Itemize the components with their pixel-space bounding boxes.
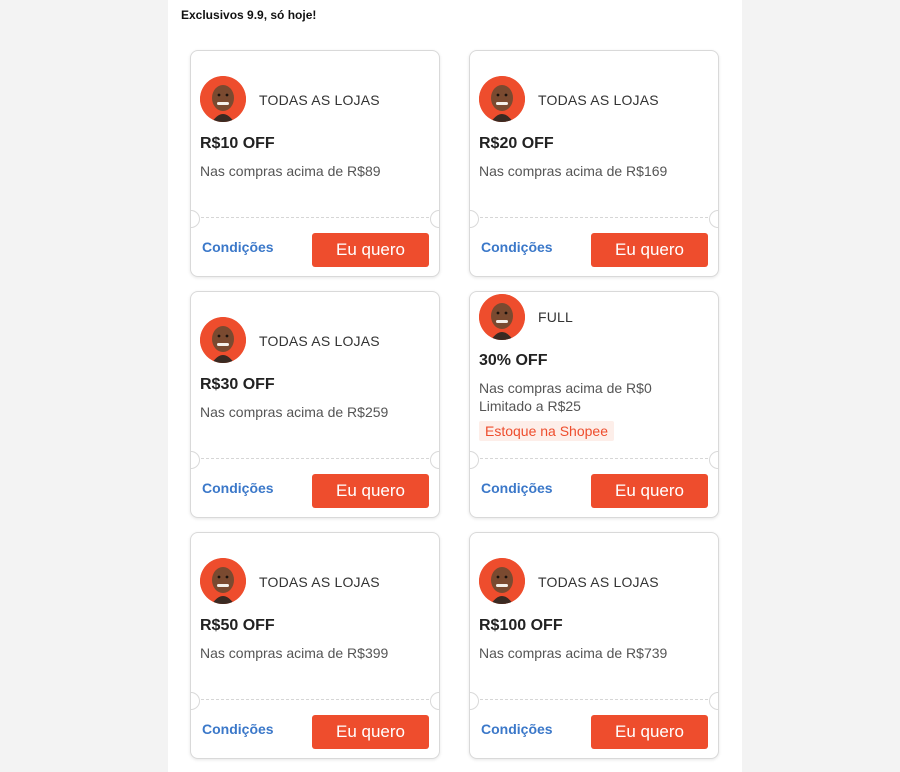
- coupon-card: TODAS AS LOJAS R$100 OFF Nas compras aci…: [469, 532, 719, 759]
- conditions-link[interactable]: Condições: [481, 721, 553, 737]
- discount-limit: Limitado a R$25: [479, 398, 581, 414]
- discount-amount: R$20 OFF: [479, 135, 554, 152]
- person-portrait-icon: [479, 558, 525, 604]
- person-portrait-icon: [479, 294, 525, 340]
- ticket-divider: [480, 458, 708, 459]
- coupon-card: FULL 30% OFF Nas compras acima de R$0 Li…: [469, 291, 719, 518]
- store-name: TODAS AS LOJAS: [259, 333, 380, 349]
- ticket-divider: [201, 458, 429, 459]
- claim-coupon-button[interactable]: Eu quero: [312, 233, 429, 267]
- conditions-link[interactable]: Condições: [202, 480, 274, 496]
- store-name: TODAS AS LOJAS: [259, 574, 380, 590]
- coupon-card: TODAS AS LOJAS R$20 OFF Nas compras acim…: [469, 50, 719, 277]
- discount-amount: 30% OFF: [479, 352, 548, 369]
- person-portrait-icon: [479, 76, 525, 122]
- stock-badge: Estoque na Shopee: [479, 421, 614, 441]
- ticket-divider: [480, 699, 708, 700]
- coupon-card: TODAS AS LOJAS R$50 OFF Nas compras acim…: [190, 532, 440, 759]
- min-purchase: Nas compras acima de R$0: [479, 380, 652, 396]
- person-portrait-icon: [200, 558, 246, 604]
- min-purchase: Nas compras acima de R$739: [479, 645, 668, 661]
- min-purchase: Nas compras acima de R$399: [200, 645, 389, 661]
- store-name: FULL: [538, 309, 574, 325]
- conditions-link[interactable]: Condições: [202, 721, 274, 737]
- section-heading: Exclusivos 9.9, só hoje!: [181, 8, 317, 22]
- discount-amount: R$10 OFF: [200, 135, 275, 152]
- conditions-link[interactable]: Condições: [481, 239, 553, 255]
- ticket-divider: [480, 217, 708, 218]
- conditions-link[interactable]: Condições: [202, 239, 274, 255]
- claim-coupon-button[interactable]: Eu quero: [312, 474, 429, 508]
- discount-amount: R$100 OFF: [479, 617, 563, 634]
- discount-amount: R$50 OFF: [200, 617, 275, 634]
- store-name: TODAS AS LOJAS: [259, 92, 380, 108]
- min-purchase: Nas compras acima de R$89: [200, 163, 381, 179]
- min-purchase: Nas compras acima de R$259: [200, 404, 389, 420]
- claim-coupon-button[interactable]: Eu quero: [591, 474, 708, 508]
- person-portrait-icon: [200, 317, 246, 363]
- claim-coupon-button[interactable]: Eu quero: [591, 715, 708, 749]
- discount-amount: R$30 OFF: [200, 376, 275, 393]
- store-name: TODAS AS LOJAS: [538, 574, 659, 590]
- claim-coupon-button[interactable]: Eu quero: [312, 715, 429, 749]
- person-portrait-icon: [200, 76, 246, 122]
- ticket-divider: [201, 699, 429, 700]
- store-name: TODAS AS LOJAS: [538, 92, 659, 108]
- coupon-card: TODAS AS LOJAS R$10 OFF Nas compras acim…: [190, 50, 440, 277]
- coupon-card: TODAS AS LOJAS R$30 OFF Nas compras acim…: [190, 291, 440, 518]
- conditions-link[interactable]: Condições: [481, 480, 553, 496]
- claim-coupon-button[interactable]: Eu quero: [591, 233, 708, 267]
- ticket-divider: [201, 217, 429, 218]
- min-purchase: Nas compras acima de R$169: [479, 163, 668, 179]
